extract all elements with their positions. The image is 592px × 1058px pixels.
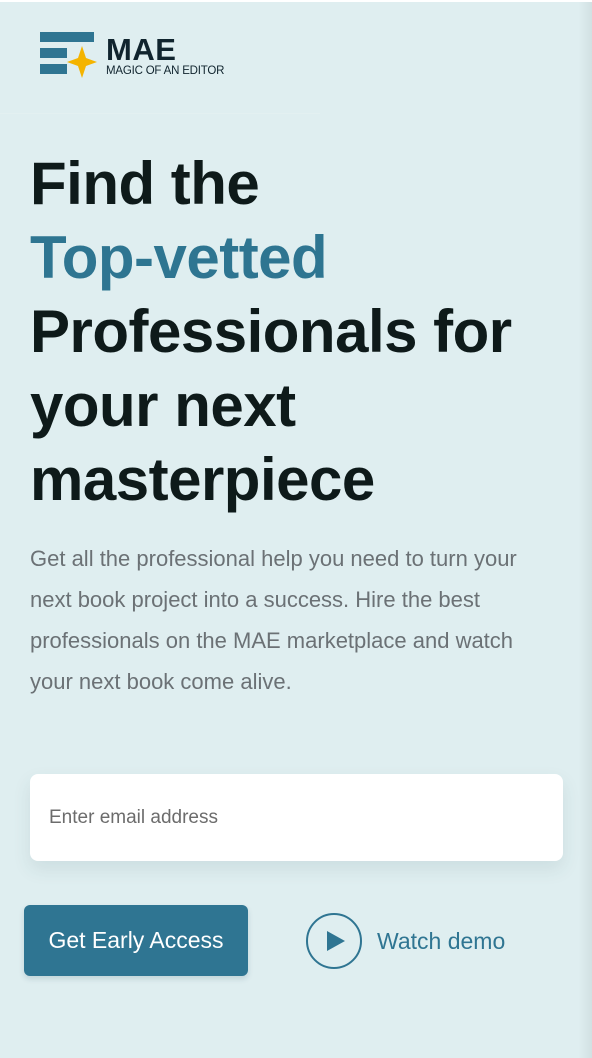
- hero-headline: Find the Top-vetted Professionals for yo…: [30, 147, 512, 517]
- logo-text: MAE MAGIC OF AN EDITOR: [106, 31, 225, 78]
- brand-tagline: MAGIC OF AN EDITOR: [106, 64, 225, 77]
- landing-page: MAE MAGIC OF AN EDITOR Find the Top-vett…: [0, 0, 592, 1058]
- get-early-access-button[interactable]: Get Early Access: [24, 905, 248, 976]
- play-icon: [327, 931, 345, 951]
- headline-line-1: Find the: [30, 150, 260, 217]
- watch-demo-label[interactable]: Watch demo: [377, 928, 505, 955]
- headline-line-3: Professionals for: [30, 298, 512, 365]
- hero-subtitle: Get all the professional help you need t…: [30, 546, 517, 694]
- watch-demo-link[interactable]: Watch demo: [306, 913, 505, 969]
- header: MAE MAGIC OF AN EDITOR: [0, 2, 320, 114]
- brand-name: MAE: [106, 31, 177, 67]
- headline-line-5: masterpiece: [30, 446, 375, 513]
- logo-mark-icon: [40, 32, 97, 78]
- email-input[interactable]: [30, 774, 563, 861]
- brand-logo[interactable]: MAE MAGIC OF AN EDITOR: [40, 30, 224, 80]
- headline-accent: Top-vetted: [30, 224, 328, 291]
- play-button[interactable]: [306, 913, 362, 969]
- headline-line-4: your next: [30, 372, 296, 439]
